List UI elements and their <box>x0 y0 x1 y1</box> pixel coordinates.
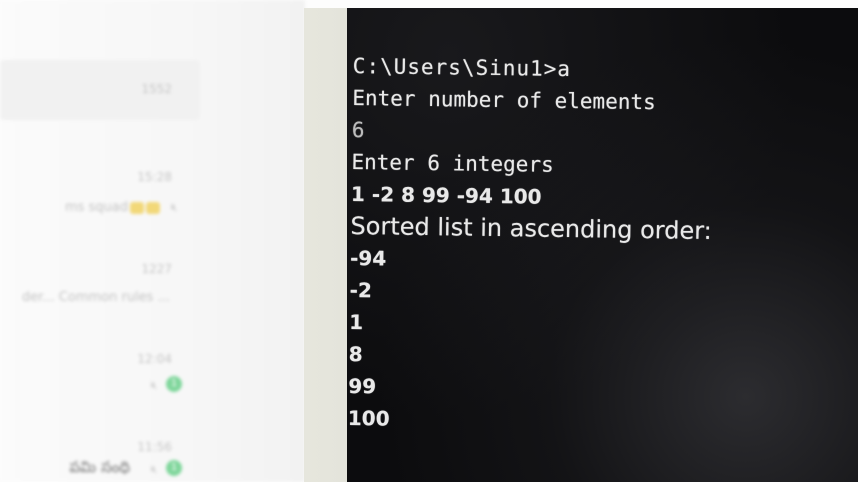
chat-time: 1227 <box>141 262 172 276</box>
chat-list-item[interactable]: 11:56 పమి సంధి 🔇︎ 1 <box>0 440 200 482</box>
terminal-output: C:\Users\Sinu1>a Enter number of element… <box>348 50 715 439</box>
mute-icon: 🔇︎ <box>170 200 178 214</box>
mute-icon: 🔇︎ <box>150 378 158 392</box>
chat-snippet: పమి సంధి <box>69 458 130 476</box>
blurred-chat-list: 1552 15:28 ms squad 🔇︎ 1227 der... Commo… <box>0 0 305 482</box>
chat-list-item[interactable]: 15:28 ms squad 🔇︎ <box>0 168 200 228</box>
chat-snippet: ms squad <box>65 200 160 215</box>
chat-time: 15:28 <box>137 170 172 184</box>
terminal-line: 6 <box>351 117 365 143</box>
terminal-line: 99 <box>348 373 377 399</box>
terminal-line: 100 <box>347 405 390 431</box>
terminal-line: Enter 6 integers <box>351 149 554 177</box>
chat-time: 11:56 <box>137 440 172 454</box>
unread-badge: 1 <box>166 460 182 476</box>
chat-list-item[interactable]: 1227 der... Common rules ... <box>0 262 200 322</box>
unread-badge: 1 <box>166 376 182 392</box>
terminal-line: 1 <box>349 309 364 335</box>
terminal-line: -94 <box>349 245 387 271</box>
command-prompt-window[interactable]: C:\Users\Sinu1>a Enter number of element… <box>347 8 858 482</box>
terminal-line: 8 <box>348 341 363 367</box>
chat-time: 1552 <box>141 82 172 96</box>
terminal-line: C:\Users\Sinu1>a <box>352 53 572 82</box>
chat-snippet: der... Common rules ... <box>21 290 170 305</box>
terminal-line: Enter number of elements <box>352 85 656 115</box>
photo-of-screen: 1552 15:28 ms squad 🔇︎ 1227 der... Commo… <box>0 0 858 482</box>
chat-snippet-text: ms squad <box>64 200 128 215</box>
chat-list-item[interactable]: 1552 <box>0 60 200 120</box>
chat-list-item[interactable]: 12:04 🔇︎ 1 <box>0 352 200 412</box>
mute-icon: 🔇︎ <box>150 462 158 476</box>
terminal-line: -2 <box>349 277 373 303</box>
chat-time: 12:04 <box>137 352 172 366</box>
emoji-icon <box>146 201 160 214</box>
emoji-icon <box>130 201 144 214</box>
terminal-line: 1 -2 8 99 -94 100 <box>350 181 542 209</box>
terminal-line: Sorted list in ascending order: <box>350 211 712 246</box>
